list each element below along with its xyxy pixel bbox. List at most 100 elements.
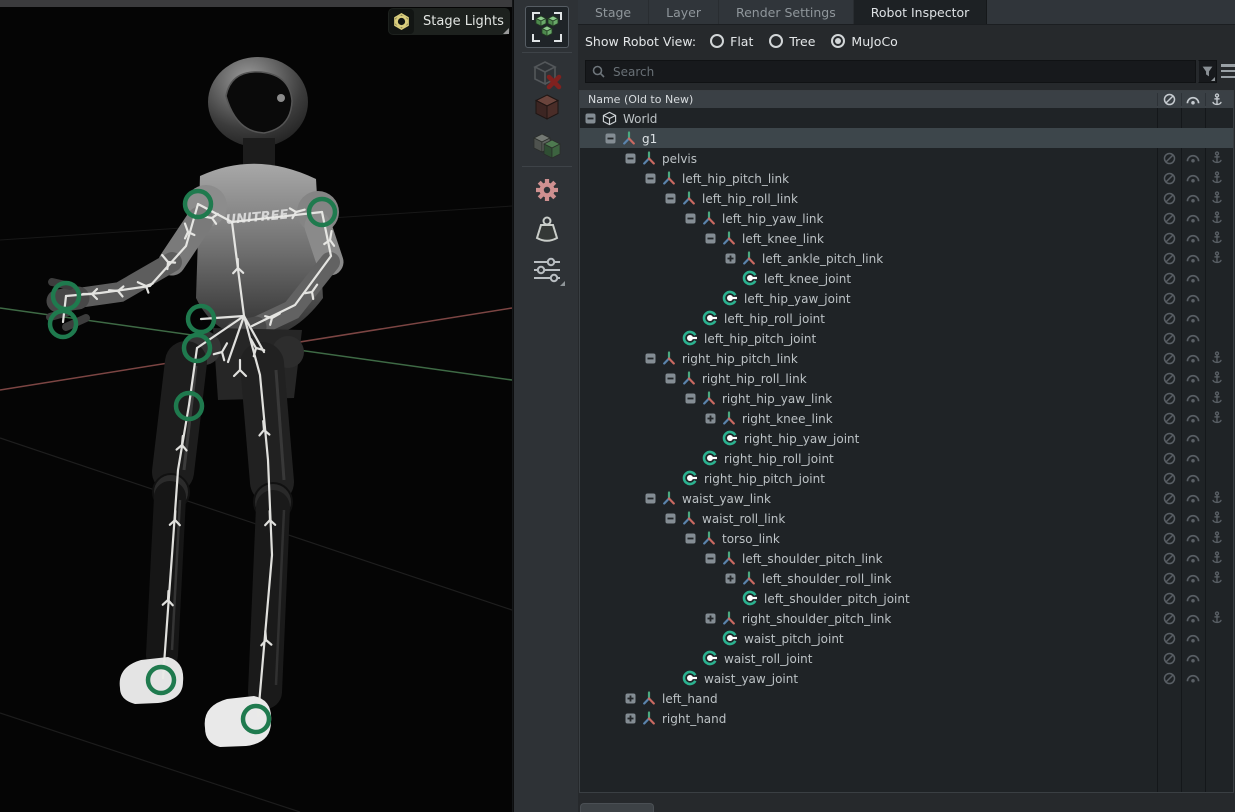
disable-icon[interactable] (1163, 252, 1176, 265)
anchor-icon[interactable] (1211, 551, 1223, 565)
anchor-icon[interactable] (1211, 571, 1223, 585)
tree-row[interactable]: left_knee_link (580, 228, 1233, 248)
collapse-minus-icon[interactable] (665, 193, 676, 204)
filter-button[interactable] (1198, 60, 1217, 83)
disable-icon[interactable] (1163, 212, 1176, 225)
disable-icon[interactable] (1163, 612, 1176, 625)
anchor-icon[interactable] (1211, 351, 1223, 365)
visibility-curve-icon[interactable] (1186, 552, 1200, 564)
collapse-minus-icon[interactable] (685, 533, 696, 544)
anchor-icon[interactable] (1211, 411, 1223, 425)
collapse-minus-icon[interactable] (625, 153, 636, 164)
mass-weight-button[interactable] (525, 210, 569, 250)
collapse-minus-icon[interactable] (665, 513, 676, 524)
disable-icon[interactable] (1163, 272, 1176, 285)
tree-row[interactable]: right_shoulder_pitch_link (580, 608, 1233, 628)
collapse-minus-icon[interactable] (705, 233, 716, 244)
visibility-curve-icon[interactable] (1186, 352, 1200, 364)
collapse-minus-icon[interactable] (705, 553, 716, 564)
visibility-curve-icon[interactable] (1186, 292, 1200, 304)
tree-row[interactable]: left_shoulder_roll_link (580, 568, 1233, 588)
tree-row[interactable]: right_hip_roll_link (580, 368, 1233, 388)
tree-row[interactable]: World (580, 108, 1233, 128)
disable-icon[interactable] (1163, 292, 1176, 305)
disable-icon[interactable] (1163, 592, 1176, 605)
anchor-icon[interactable] (1211, 171, 1223, 185)
expand-plus-icon[interactable] (725, 253, 736, 264)
tree-row[interactable]: waist_pitch_joint (580, 628, 1233, 648)
visibility-curve-icon[interactable] (1186, 272, 1200, 284)
tree-row[interactable]: left_knee_joint (580, 268, 1233, 288)
disable-icon[interactable] (1163, 552, 1176, 565)
disable-icon[interactable] (1163, 412, 1176, 425)
visibility-curve-icon[interactable] (1186, 94, 1200, 106)
stage-lights-button[interactable]: Stage Lights (388, 8, 510, 35)
search-box[interactable] (585, 60, 1196, 83)
disable-icon[interactable] (1163, 632, 1176, 645)
disable-icon[interactable] (1163, 672, 1176, 685)
tab-render-settings[interactable]: Render Settings (719, 0, 854, 24)
radio-button[interactable] (831, 34, 845, 48)
tree-row[interactable]: waist_roll_link (580, 508, 1233, 528)
visibility-curve-icon[interactable] (1186, 592, 1200, 604)
disable-icon[interactable] (1163, 332, 1176, 345)
tree-row[interactable]: left_ankle_pitch_link (580, 248, 1233, 268)
anchor-icon[interactable] (1211, 531, 1223, 545)
visibility-curve-icon[interactable] (1186, 252, 1200, 264)
disable-icon[interactable] (1163, 312, 1176, 325)
tree-row[interactable]: left_hip_yaw_link (580, 208, 1233, 228)
tree-row[interactable]: right_hip_roll_joint (580, 448, 1233, 468)
visibility-curve-icon[interactable] (1186, 452, 1200, 464)
tree-row[interactable]: left_hip_pitch_joint (580, 328, 1233, 348)
anchor-icon[interactable] (1211, 93, 1223, 107)
visibility-curve-icon[interactable] (1186, 372, 1200, 384)
visibility-curve-icon[interactable] (1186, 332, 1200, 344)
visibility-curve-icon[interactable] (1186, 632, 1200, 644)
radio-option-flat[interactable]: Flat (710, 34, 753, 49)
disable-icon[interactable] (1163, 93, 1176, 106)
anchor-icon[interactable] (1211, 371, 1223, 385)
anchor-icon[interactable] (1211, 611, 1223, 625)
disable-icon[interactable] (1163, 352, 1176, 365)
collapse-minus-icon[interactable] (685, 213, 696, 224)
tree-row[interactable]: left_hip_roll_link (580, 188, 1233, 208)
tree-row[interactable]: left_hip_yaw_joint (580, 288, 1233, 308)
selection-cubes-button[interactable] (525, 6, 569, 48)
anchor-icon[interactable] (1211, 231, 1223, 245)
disable-icon[interactable] (1163, 652, 1176, 665)
tree-row[interactable]: right_hand (580, 708, 1233, 728)
radio-button[interactable] (710, 34, 724, 48)
visibility-curve-icon[interactable] (1186, 172, 1200, 184)
radio-option-mujoco[interactable]: MuJoCo (831, 34, 897, 49)
disable-icon[interactable] (1163, 172, 1176, 185)
anchor-icon[interactable] (1211, 391, 1223, 405)
visibility-curve-icon[interactable] (1186, 612, 1200, 624)
tab-robot-inspector[interactable]: Robot Inspector (854, 0, 988, 24)
collapse-minus-icon[interactable] (685, 393, 696, 404)
anchor-icon[interactable] (1211, 251, 1223, 265)
visibility-curve-icon[interactable] (1186, 652, 1200, 664)
visibility-curve-icon[interactable] (1186, 572, 1200, 584)
disable-icon[interactable] (1163, 432, 1176, 445)
tree-row[interactable]: torso_link (580, 528, 1233, 548)
tab-stage[interactable]: Stage (578, 0, 649, 24)
visibility-curve-icon[interactable] (1186, 672, 1200, 684)
disable-icon[interactable] (1163, 192, 1176, 205)
tree-row[interactable]: right_hip_pitch_joint (580, 468, 1233, 488)
anchor-icon[interactable] (1211, 491, 1223, 505)
collapse-minus-icon[interactable] (605, 133, 616, 144)
disable-icon[interactable] (1163, 512, 1176, 525)
disable-icon[interactable] (1163, 472, 1176, 485)
visibility-curve-icon[interactable] (1186, 392, 1200, 404)
tree-row[interactable]: right_hip_pitch_link (580, 348, 1233, 368)
tree-row[interactable]: right_knee_link (580, 408, 1233, 428)
tree-row[interactable]: left_hip_roll_joint (580, 308, 1233, 328)
disable-icon[interactable] (1163, 452, 1176, 465)
tree-row[interactable]: g1 (580, 128, 1233, 148)
collapse-minus-icon[interactable] (665, 373, 676, 384)
tree-row[interactable]: waist_yaw_joint (580, 668, 1233, 688)
anchor-icon[interactable] (1211, 151, 1223, 165)
visibility-curve-icon[interactable] (1186, 412, 1200, 424)
visibility-curve-icon[interactable] (1186, 532, 1200, 544)
visibility-curve-icon[interactable] (1186, 232, 1200, 244)
